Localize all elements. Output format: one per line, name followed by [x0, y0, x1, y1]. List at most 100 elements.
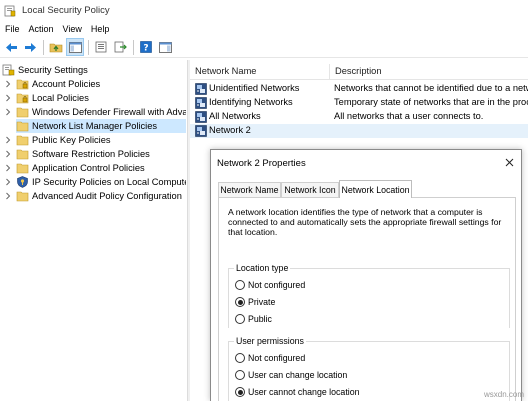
list-item-all-networks[interactable]: All Networks All networks that a user co… — [190, 110, 528, 124]
arrow-left-icon — [5, 42, 17, 52]
toolbar-separator — [133, 39, 134, 55]
tree-item-label: Security Settings — [18, 65, 88, 75]
chevron-right-icon[interactable] — [4, 136, 12, 144]
back-button[interactable] — [2, 38, 20, 56]
radio-label: Not configured — [248, 280, 306, 290]
security-settings-icon — [2, 64, 15, 76]
tab-network-name[interactable]: Network Name — [218, 182, 281, 197]
tree-item-account-policies[interactable]: Account Policies — [4, 77, 100, 91]
toolbar-separator — [43, 39, 44, 55]
folder-icon — [16, 163, 29, 174]
help-button[interactable]: ? — [137, 38, 155, 56]
radio-dot — [237, 299, 243, 305]
show-hide-action-pane-button[interactable] — [156, 38, 174, 56]
tree-item-local-policies[interactable]: Local Policies — [4, 91, 89, 105]
radio-label: Private — [248, 297, 276, 307]
tree-item-label: Advanced Audit Policy Configuration — [32, 191, 182, 201]
folder-lock-icon — [16, 93, 29, 104]
radio-circle-selected[interactable] — [235, 297, 245, 307]
tree-item-network-list-manager-policies[interactable]: Network List Manager Policies — [16, 119, 186, 133]
chevron-right-icon[interactable] — [4, 108, 12, 116]
user-permissions-group: User permissions Not configured User can… — [228, 336, 510, 401]
radio-circle[interactable] — [235, 314, 245, 324]
radio-circle[interactable] — [235, 370, 245, 380]
tree-item-label: Network List Manager Policies — [32, 121, 158, 131]
column-divider[interactable] — [329, 64, 330, 80]
network-description: Networks that cannot be identified due t… — [334, 83, 528, 93]
network-description: Temporary state of networks that are in … — [334, 97, 528, 107]
chevron-right-icon[interactable] — [4, 150, 12, 158]
chevron-right-icon[interactable] — [4, 178, 12, 186]
chevron-right-icon[interactable] — [4, 164, 12, 172]
dialog-title: Network 2 Properties — [217, 158, 306, 169]
tree-item-windows-defender-firewall[interactable]: Windows Defender Firewall with Adva — [4, 105, 186, 119]
list-item-unidentified-networks[interactable]: Unidentified Networks Networks that cann… — [190, 82, 528, 96]
network-name: All Networks — [209, 111, 261, 121]
tab-network-icon[interactable]: Network Icon — [281, 182, 339, 197]
network-icon — [195, 111, 207, 123]
close-icon — [505, 158, 513, 166]
group-legend: Location type — [234, 263, 291, 273]
tab-network-location[interactable]: Network Location — [339, 180, 412, 198]
menu-file[interactable]: File — [3, 24, 27, 34]
tree-item-application-control-policies[interactable]: Application Control Policies — [4, 161, 145, 175]
tree-item-public-key-policies[interactable]: Public Key Policies — [4, 133, 111, 147]
radio-circle[interactable] — [235, 280, 245, 290]
tree-item-label: Windows Defender Firewall with Adva — [32, 107, 186, 117]
radio-permission-not-configured[interactable]: Not configured — [235, 352, 305, 364]
chevron-right-icon[interactable] — [4, 94, 12, 102]
radio-label: User can change location — [248, 370, 348, 380]
action-pane-icon — [158, 41, 172, 53]
chevron-right-icon[interactable] — [4, 192, 12, 200]
tree-item-label: Application Control Policies — [32, 163, 145, 173]
radio-dot — [237, 389, 243, 395]
arrow-right-icon — [24, 42, 36, 52]
radio-label: User cannot change location — [248, 387, 360, 397]
menu-action[interactable]: Action — [27, 24, 61, 34]
radio-label: Public — [248, 314, 272, 324]
column-header-network-name[interactable]: Network Name — [195, 66, 256, 76]
network-icon — [195, 125, 207, 137]
radio-circle[interactable] — [235, 353, 245, 363]
network-location-panel: A network location identifies the type o… — [218, 197, 516, 401]
tree-item-advanced-audit-policy[interactable]: Advanced Audit Policy Configuration — [4, 189, 182, 203]
network-description: All networks that a user connects to. — [334, 111, 484, 121]
radio-location-public[interactable]: Public — [235, 313, 272, 325]
export-list-button[interactable] — [111, 38, 129, 56]
shield-key-icon — [17, 176, 28, 188]
network-name: Network 2 — [209, 125, 251, 135]
list-item-identifying-networks[interactable]: Identifying Networks Temporary state of … — [190, 96, 528, 110]
tree-item-software-restriction-policies[interactable]: Software Restriction Policies — [4, 147, 150, 161]
menu-bar: File Action View Help — [0, 21, 528, 37]
folder-lock-icon — [16, 79, 29, 90]
console-tree-icon — [68, 41, 82, 53]
column-header-description[interactable]: Description — [335, 66, 382, 76]
tree-item-security-settings[interactable]: Security Settings — [2, 63, 88, 77]
radio-circle-selected[interactable] — [235, 387, 245, 397]
folder-up-icon — [49, 43, 63, 53]
tree-item-label: Local Policies — [32, 93, 89, 103]
radio-permission-user-cannot-change[interactable]: User cannot change location — [235, 386, 360, 398]
up-one-level-button[interactable] — [47, 38, 65, 56]
show-hide-console-tree-button[interactable] — [66, 38, 84, 56]
properties-button[interactable] — [92, 38, 110, 56]
folder-icon — [16, 107, 29, 118]
chevron-right-icon[interactable] — [4, 80, 12, 88]
list-header: Network Name Description — [190, 64, 528, 80]
menu-view[interactable]: View — [61, 24, 89, 34]
group-legend: User permissions — [234, 336, 306, 346]
forward-button[interactable] — [21, 38, 39, 56]
radio-location-private[interactable]: Private — [235, 296, 275, 308]
radio-location-not-configured[interactable]: Not configured — [235, 279, 305, 291]
security-policy-icon — [4, 5, 16, 16]
list-item-network-2[interactable]: Network 2 — [190, 124, 528, 138]
tree-item-ip-security-policies[interactable]: IP Security Policies on Local Compute — [4, 175, 186, 189]
location-description: A network location identifies the type o… — [228, 207, 502, 237]
properties-icon — [95, 41, 107, 53]
console-tree: Security Settings Account Policies Local… — [0, 60, 186, 401]
close-button[interactable] — [501, 154, 517, 170]
radio-label: Not configured — [248, 353, 306, 363]
menu-help[interactable]: Help — [89, 24, 117, 34]
help-icon: ? — [140, 41, 152, 53]
radio-permission-user-can-change[interactable]: User can change location — [235, 369, 347, 381]
